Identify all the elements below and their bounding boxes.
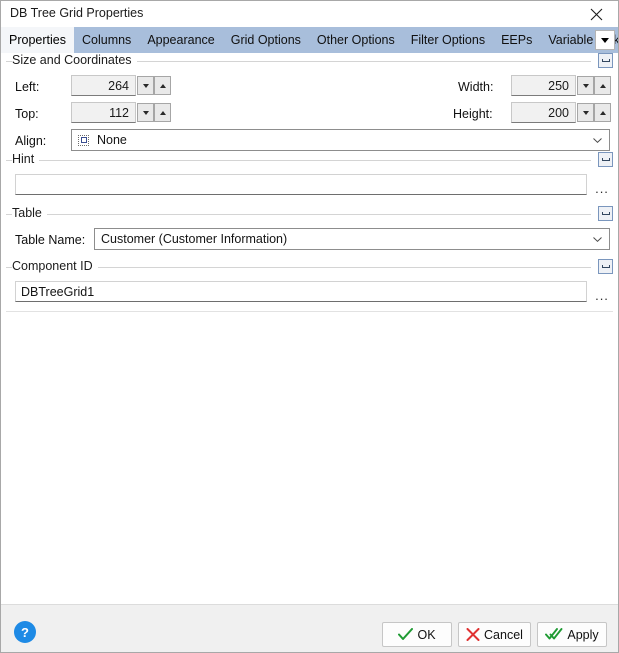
check-icon [398, 628, 414, 641]
ok-button[interactable]: OK [382, 622, 452, 647]
group-hint: Hint ... [6, 152, 613, 202]
group-title: Component ID [12, 259, 98, 273]
group-divider [6, 160, 591, 161]
tab-label: Grid Options [230, 33, 301, 47]
height-spinner-up[interactable] [594, 103, 611, 122]
width-label: Width: [458, 80, 494, 94]
chevron-down-icon [601, 37, 609, 43]
tab-filter-options[interactable]: Filter Options [403, 27, 493, 53]
title-bar: DB Tree Grid Properties [1, 1, 618, 27]
left-spinner-down[interactable] [137, 76, 154, 95]
table-name-value: Customer (Customer Information) [101, 232, 288, 246]
tab-properties[interactable]: Properties [1, 27, 74, 53]
triangle-up-icon [599, 110, 606, 115]
tab-label: Filter Options [410, 33, 486, 47]
tab-columns[interactable]: Columns [74, 27, 139, 53]
window-title: DB Tree Grid Properties [10, 6, 144, 20]
tab-eeps[interactable]: EEPs [493, 27, 540, 53]
cancel-button[interactable]: Cancel [458, 622, 531, 647]
close-icon [590, 8, 602, 20]
align-combobox[interactable]: None [71, 129, 610, 151]
triangle-down-icon [582, 110, 589, 115]
hint-browse-button[interactable]: ... [594, 177, 610, 195]
group-title: Table [12, 206, 47, 220]
left-label: Left: [15, 80, 40, 94]
triangle-up-icon [599, 83, 606, 88]
top-input[interactable]: 112 [71, 102, 136, 123]
tab-label: Other Options [316, 33, 395, 47]
apply-button[interactable]: Apply [537, 622, 607, 647]
collapse-icon [601, 212, 610, 215]
tab-other-options[interactable]: Other Options [309, 27, 403, 53]
collapse-icon [601, 59, 610, 62]
collapse-button-size[interactable] [598, 53, 613, 68]
tab-overflow-button[interactable] [595, 30, 615, 50]
properties-page: Size and Coordinates Left: 264 Width: 25… [1, 53, 618, 604]
help-button[interactable]: ? [14, 621, 36, 643]
properties-dialog: DB Tree Grid Properties Properties Colum… [0, 0, 619, 653]
chevron-down-icon [593, 138, 602, 143]
collapse-button-hint[interactable] [598, 152, 613, 167]
group-table: Table Table Name: Customer (Customer Inf… [6, 206, 613, 256]
group-header: Table [6, 206, 613, 223]
height-spinner-down[interactable] [577, 103, 594, 122]
collapse-button-component-id[interactable] [598, 259, 613, 274]
group-size-and-coordinates: Size and Coordinates Left: 264 Width: 25… [6, 53, 613, 151]
group-component-id: Component ID DBTreeGrid1 ... [6, 259, 613, 309]
hint-input[interactable] [15, 174, 587, 195]
triangle-down-icon [142, 83, 149, 88]
width-spinner-down[interactable] [577, 76, 594, 95]
group-title: Hint [12, 152, 40, 166]
close-button[interactable] [574, 1, 618, 27]
triangle-up-icon [159, 83, 166, 88]
width-input[interactable]: 250 [511, 75, 576, 96]
apply-label: Apply [567, 627, 599, 642]
top-spinner-up[interactable] [154, 103, 171, 122]
question-mark-icon: ? [21, 624, 29, 640]
tab-list: Properties Columns Appearance Grid Optio… [1, 27, 618, 53]
tab-label: Appearance [147, 33, 215, 47]
triangle-up-icon [159, 110, 166, 115]
triangle-down-icon [582, 83, 589, 88]
group-title: Size and Coordinates [12, 53, 137, 67]
tab-label: EEPs [501, 33, 533, 47]
collapse-button-table[interactable] [598, 206, 613, 221]
left-spinner-up[interactable] [154, 76, 171, 95]
chevron-down-icon [593, 237, 602, 242]
tab-appearance[interactable]: Appearance [139, 27, 222, 53]
ok-label: OK [417, 627, 436, 642]
top-spinner-down[interactable] [137, 103, 154, 122]
component-id-browse-button[interactable]: ... [594, 284, 610, 302]
x-icon [466, 628, 480, 641]
height-input[interactable]: 200 [511, 102, 576, 123]
group-header: Component ID [6, 259, 613, 276]
width-spinner-up[interactable] [594, 76, 611, 95]
content-divider [6, 311, 613, 312]
tab-strip: Properties Columns Appearance Grid Optio… [1, 27, 618, 53]
collapse-icon [601, 158, 610, 161]
table-name-combobox[interactable]: Customer (Customer Information) [94, 228, 610, 250]
double-check-icon [545, 628, 563, 641]
left-input[interactable]: 264 [71, 75, 136, 96]
height-label: Height: [453, 107, 493, 121]
align-label: Align: [15, 134, 47, 148]
align-value: None [97, 133, 127, 147]
group-header: Hint [6, 152, 613, 169]
group-divider [6, 214, 591, 215]
tab-grid-options[interactable]: Grid Options [223, 27, 309, 53]
top-label: Top: [15, 107, 39, 121]
triangle-down-icon [142, 110, 149, 115]
collapse-icon [601, 265, 610, 268]
group-header: Size and Coordinates [6, 53, 613, 70]
cancel-label: Cancel [484, 627, 523, 642]
align-none-icon [78, 134, 89, 146]
component-id-input[interactable]: DBTreeGrid1 [15, 281, 587, 302]
tab-label: Columns [81, 33, 132, 47]
tab-label: Properties [9, 33, 66, 47]
table-name-label: Table Name: [15, 233, 86, 247]
